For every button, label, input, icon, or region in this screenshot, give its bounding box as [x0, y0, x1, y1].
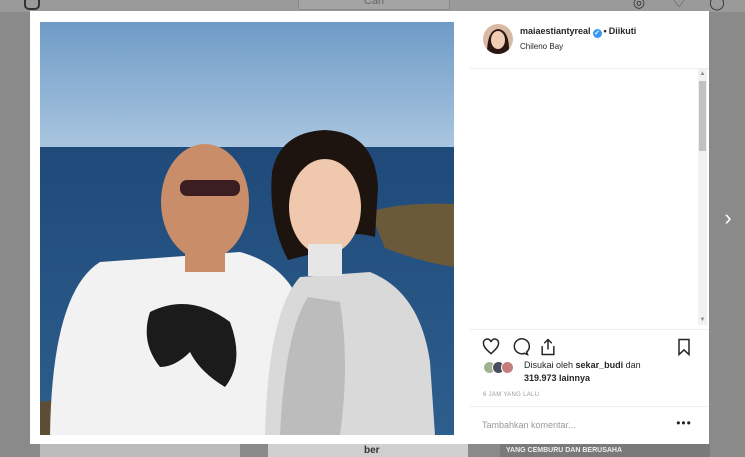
explore-icon[interactable]: ◎ — [630, 0, 648, 10]
heart-icon — [482, 338, 500, 355]
post-photo-image — [40, 22, 454, 435]
post-actions — [470, 329, 709, 363]
likes-count-link[interactable]: 319.973 lainnya — [524, 373, 590, 383]
scroll-thumb[interactable] — [699, 81, 706, 151]
activity-heart-icon[interactable]: ♡ — [670, 0, 688, 10]
follow-status-button[interactable]: Diikuti — [609, 26, 637, 36]
location-link[interactable]: Chileno Bay — [520, 42, 563, 51]
scroll-up-arrow-icon[interactable]: ▲ — [698, 69, 707, 79]
post-photo[interactable] — [40, 22, 454, 435]
share-icon — [541, 338, 555, 356]
background-thumbnail[interactable]: ber — [268, 444, 468, 457]
comment-input[interactable] — [482, 417, 662, 433]
search-input[interactable]: Cari — [298, 0, 450, 10]
comments-scrollbar[interactable]: ▲ ▼ — [698, 69, 707, 325]
background-thumbnail[interactable]: YANG CEMBURU DAN BERUSAHA — [500, 444, 710, 457]
post-modal: maiaestiantyreal ✓ • Diikuti Chileno Bay ▲ … — [30, 11, 709, 444]
post-header: maiaestiantyreal ✓ • Diikuti Chileno Bay — [470, 11, 709, 69]
liked-by-prefix: Disukai oleh — [524, 360, 574, 370]
background-thumbnail[interactable] — [40, 444, 240, 457]
post-sidebar: maiaestiantyreal ✓ • Diikuti Chileno Bay ▲ … — [470, 11, 709, 444]
post-timestamp[interactable]: 6 JAM YANG LALU — [483, 392, 539, 398]
like-button[interactable] — [481, 337, 501, 357]
likes-text: Disukai oleh sekar_budi dan 319.973 lain… — [524, 359, 641, 385]
likes-summary: Disukai oleh sekar_budi dan 319.973 lain… — [483, 359, 693, 387]
instagram-logo-icon[interactable] — [24, 0, 40, 10]
save-button[interactable] — [674, 337, 694, 357]
more-options-icon[interactable]: ••• — [675, 415, 693, 431]
thumbnail-text: ber — [364, 445, 380, 456]
profile-icon[interactable]: ◯ — [708, 0, 726, 10]
comment-bar: ••• — [470, 406, 709, 444]
liker-avatars[interactable] — [483, 361, 523, 375]
comments-area[interactable] — [470, 70, 709, 327]
avatar[interactable] — [483, 24, 513, 54]
username-row: maiaestiantyreal ✓ • Diikuti — [520, 26, 636, 38]
avatar-image — [483, 24, 513, 54]
thumbnail-text: YANG CEMBURU DAN BERUSAHA — [506, 447, 623, 454]
scroll-down-arrow-icon[interactable]: ▼ — [698, 315, 707, 325]
liker-username-link[interactable]: sekar_budi — [576, 360, 624, 370]
next-post-chevron-right-icon[interactable]: › — [718, 206, 738, 230]
share-button[interactable] — [538, 337, 558, 357]
bookmark-icon — [678, 338, 690, 357]
separator-dot: • — [603, 26, 607, 36]
comment-icon — [513, 338, 531, 356]
username-link[interactable]: maiaestiantyreal — [520, 26, 591, 36]
liked-by-and: dan — [625, 360, 641, 370]
comment-button[interactable] — [510, 337, 531, 357]
verified-badge-icon: ✓ — [592, 29, 602, 38]
liker-avatar[interactable] — [501, 361, 514, 374]
